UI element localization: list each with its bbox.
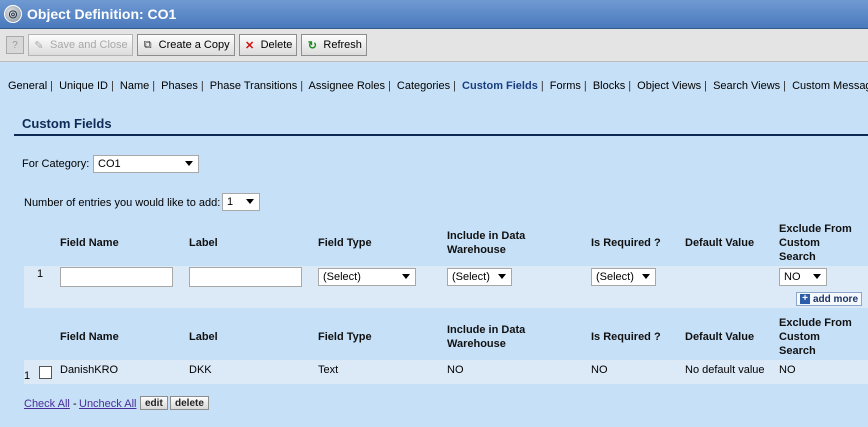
row-include: NO xyxy=(447,364,464,376)
tab-custom-fields[interactable]: Custom Fields xyxy=(462,80,538,92)
entries-label: Number of entries you would like to add: xyxy=(24,197,221,209)
save-icon: ✎ xyxy=(34,39,44,52)
create-copy-button[interactable]: ⧉ Create a Copy xyxy=(136,34,235,56)
delete-button[interactable]: ✕ Delete xyxy=(238,34,298,56)
panel-divider xyxy=(14,134,868,136)
tab-phase-transitions[interactable]: Phase Transitions xyxy=(210,80,297,92)
row-default-value: No default value xyxy=(685,364,765,376)
chevron-down-icon xyxy=(185,161,193,166)
app-logo-icon: ◎ xyxy=(4,5,22,23)
row-is-required: NO xyxy=(591,364,608,376)
col-include-warehouse: Include in Data Warehouse xyxy=(447,324,526,350)
existing-entries-header: Field Name Label Field Type Include in D… xyxy=(24,314,868,360)
label-input[interactable] xyxy=(189,267,302,287)
tab-bar: General | Unique ID | Name | Phases | Phase … xyxy=(0,80,868,98)
help-icon[interactable]: ? xyxy=(6,36,24,54)
chevron-down-icon xyxy=(813,274,821,279)
entries-select[interactable]: 1 xyxy=(222,193,260,211)
col-include-warehouse: Include in Data Warehouse xyxy=(447,230,526,256)
tab-name[interactable]: Name xyxy=(120,80,149,92)
copy-icon: ⧉ xyxy=(143,38,152,51)
is-required-select[interactable]: (Select) xyxy=(591,268,656,286)
category-label: For Category: xyxy=(22,158,90,170)
window-titlebar: ◎ Object Definition: CO1 xyxy=(0,0,868,29)
col-default-value: Default Value xyxy=(685,331,755,343)
tab-unique-id[interactable]: Unique ID xyxy=(59,80,108,92)
uncheck-all-link[interactable]: Uncheck All xyxy=(79,398,136,410)
col-default-value: Default Value xyxy=(685,237,755,249)
chevron-down-icon xyxy=(402,274,410,279)
row-exclude: NO xyxy=(779,364,796,376)
refresh-icon: ↻ xyxy=(307,39,318,52)
tab-categories[interactable]: Categories xyxy=(397,80,450,92)
include-warehouse-select[interactable]: (Select) xyxy=(447,268,512,286)
field-name-input[interactable] xyxy=(60,267,173,287)
tab-assignee-roles[interactable]: Assignee Roles xyxy=(309,80,385,92)
tab-phases[interactable]: Phases xyxy=(161,80,198,92)
tab-blocks[interactable]: Blocks xyxy=(593,80,625,92)
col-field-name: Field Name xyxy=(60,331,119,343)
row-checkbox[interactable] xyxy=(39,366,52,379)
col-field-name: Field Name xyxy=(60,237,119,249)
custom-fields-panel: Custom Fields For Category: CO1 Number o… xyxy=(8,100,868,427)
refresh-button[interactable]: ↻ Refresh xyxy=(301,34,367,56)
chevron-down-icon xyxy=(246,199,254,204)
toolbar: ? ✎ Save and Close ⧉ Create a Copy ✕ Del… xyxy=(0,29,868,62)
save-and-close-button[interactable]: ✎ Save and Close xyxy=(28,34,133,56)
col-label: Label xyxy=(189,331,218,343)
col-label: Label xyxy=(189,237,218,249)
row-field-type: Text xyxy=(318,364,339,376)
link-separator: - xyxy=(73,398,77,410)
col-field-type: Field Type xyxy=(318,237,372,249)
new-entry-header: Field Name Label Field Type Include in D… xyxy=(24,220,868,266)
edit-button[interactable]: edit xyxy=(140,396,168,410)
col-exclude-search: Exclude From Custom Search xyxy=(779,223,852,263)
row-index: 1 xyxy=(37,268,44,280)
field-type-select[interactable]: (Select) xyxy=(318,268,416,286)
col-is-required: Is Required ? xyxy=(591,237,661,249)
plus-icon: + xyxy=(800,294,810,304)
delete-x-icon: ✕ xyxy=(245,39,255,52)
window-title: Object Definition: CO1 xyxy=(27,6,177,22)
tab-object-views[interactable]: Object Views xyxy=(637,80,701,92)
panel-title: Custom Fields xyxy=(22,116,112,131)
table-row: 1 DanishKRO DKK Text NO NO No default va… xyxy=(24,360,868,384)
tab-forms[interactable]: Forms xyxy=(550,80,581,92)
add-more-button[interactable]: + add more xyxy=(796,292,863,306)
tab-general[interactable]: General xyxy=(8,80,47,92)
col-exclude-search: Exclude From Custom Search xyxy=(779,317,852,357)
tab-custom-messages[interactable]: Custom Messages xyxy=(792,80,868,92)
exclude-search-select[interactable]: NO xyxy=(779,268,827,286)
row-field-name: DanishKRO xyxy=(60,364,119,376)
col-field-type: Field Type xyxy=(318,331,372,343)
delete-rows-button[interactable]: delete xyxy=(170,396,209,410)
check-all-link[interactable]: Check All xyxy=(24,398,70,410)
row-label: DKK xyxy=(189,364,212,376)
col-is-required: Is Required ? xyxy=(591,331,661,343)
category-select[interactable]: CO1 xyxy=(93,155,199,173)
row-index: 1 xyxy=(24,370,31,382)
tab-search-views[interactable]: Search Views xyxy=(713,80,780,92)
chevron-down-icon xyxy=(642,274,650,279)
new-entry-row: 1 (Select) (Select) (Select) NO + add mo… xyxy=(24,266,868,308)
chevron-down-icon xyxy=(498,274,506,279)
